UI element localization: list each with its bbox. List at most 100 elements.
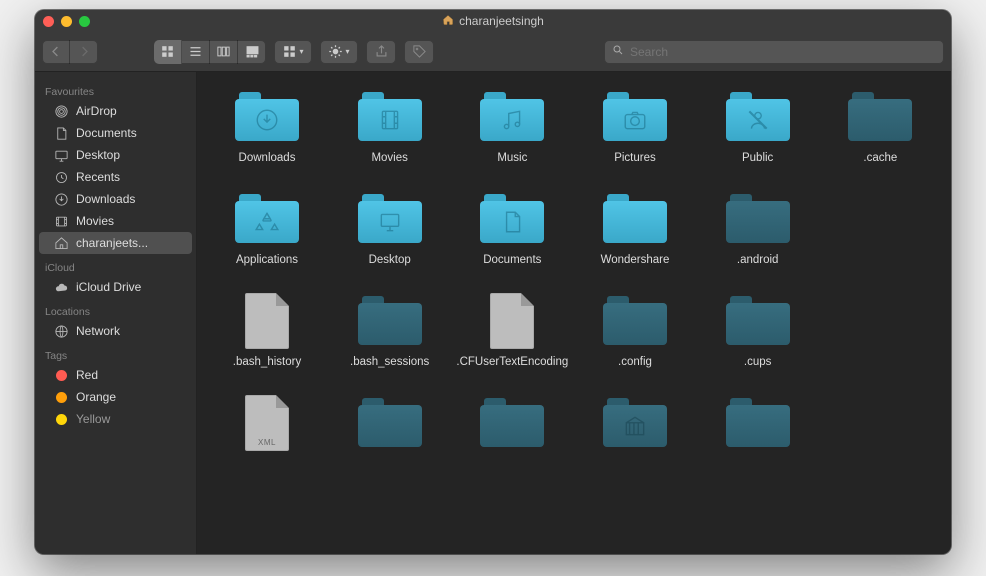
- airdrop-icon: [53, 103, 69, 119]
- window-controls: [43, 16, 90, 27]
- sidebar-item-airdrop[interactable]: AirDrop: [39, 100, 192, 122]
- grid-item[interactable]: .bash_sessions: [330, 290, 450, 384]
- folder-icon: [231, 86, 303, 148]
- column-view-button[interactable]: [210, 40, 238, 64]
- folder-icon: [354, 290, 426, 352]
- grid-item[interactable]: Public: [698, 86, 818, 180]
- content-area[interactable]: Downloads Movies Music Pictures Public .cache…: [197, 72, 951, 554]
- documents-icon: [53, 125, 69, 141]
- grid-item-label: Pictures: [614, 152, 656, 180]
- sidebar-item-label: Red: [76, 368, 98, 382]
- group-by-button[interactable]: ▾: [274, 40, 312, 64]
- grid-item[interactable]: Documents: [452, 188, 572, 282]
- grid-item[interactable]: .android: [698, 188, 818, 282]
- list-view-button[interactable]: [182, 40, 210, 64]
- grid-item[interactable]: .bash_history: [207, 290, 327, 384]
- grid-item[interactable]: [330, 392, 450, 486]
- folder-icon: [476, 188, 548, 250]
- forward-button[interactable]: [70, 40, 98, 64]
- grid-item[interactable]: Wondershare: [575, 188, 695, 282]
- grid-item[interactable]: [698, 392, 818, 486]
- sidebar-heading: Locations: [35, 298, 196, 320]
- sidebar-item-recents[interactable]: Recents: [39, 166, 192, 188]
- close-button[interactable]: [43, 16, 54, 27]
- grid-item[interactable]: Pictures: [575, 86, 695, 180]
- grid-item-label: Wondershare: [601, 254, 670, 282]
- titlebar: charanjeetsingh: [35, 10, 951, 32]
- sidebar-heading: Tags: [35, 342, 196, 364]
- body: FavouritesAirDropDocumentsDesktopRecents…: [35, 72, 951, 554]
- folder-icon: [722, 188, 794, 250]
- folder-icon: [599, 392, 671, 454]
- sidebar-item-downloads[interactable]: Downloads: [39, 188, 192, 210]
- grid-item[interactable]: [575, 392, 695, 486]
- cloud-icon: [53, 279, 69, 295]
- folder-icon: [722, 392, 794, 454]
- search-input[interactable]: [630, 45, 936, 59]
- grid-item[interactable]: .config: [575, 290, 695, 384]
- sidebar-item-charanjeets-[interactable]: charanjeets...: [39, 232, 192, 254]
- grid-item[interactable]: Applications: [207, 188, 327, 282]
- home-icon: [442, 14, 454, 29]
- file-icon: XML: [231, 392, 303, 454]
- grid-item[interactable]: Music: [452, 86, 572, 180]
- grid-item[interactable]: .cache: [820, 86, 940, 180]
- folder-icon: [599, 86, 671, 148]
- grid-item-label: Applications: [236, 254, 298, 282]
- grid-item-label: .config: [618, 356, 652, 384]
- grid-item[interactable]: XML: [207, 392, 327, 486]
- grid-item[interactable]: [452, 392, 572, 486]
- icon-view-button[interactable]: [154, 40, 182, 64]
- grid-item-label: .bash_sessions: [350, 356, 429, 384]
- share-button[interactable]: [366, 40, 396, 64]
- folder-icon: [354, 188, 426, 250]
- sidebar-item-yellow[interactable]: Yellow: [39, 408, 192, 430]
- folder-icon: [722, 86, 794, 148]
- grid-item-label: Desktop: [369, 254, 411, 282]
- sidebar-item-orange[interactable]: Orange: [39, 386, 192, 408]
- gallery-view-button[interactable]: [238, 40, 266, 64]
- folder-icon: [599, 188, 671, 250]
- grid-item[interactable]: .cups: [698, 290, 818, 384]
- file-icon: [231, 290, 303, 352]
- grid-item[interactable]: Desktop: [330, 188, 450, 282]
- sidebar-heading: iCloud: [35, 254, 196, 276]
- folder-icon: [599, 290, 671, 352]
- network-icon: [53, 323, 69, 339]
- view-switcher: [154, 40, 266, 64]
- sidebar-item-label: AirDrop: [76, 104, 117, 118]
- sidebar-item-label: iCloud Drive: [76, 280, 141, 294]
- sidebar-item-documents[interactable]: Documents: [39, 122, 192, 144]
- sidebar-item-icloud-drive[interactable]: iCloud Drive: [39, 276, 192, 298]
- folder-icon: [476, 392, 548, 454]
- search-field[interactable]: [604, 40, 944, 64]
- grid-item-label: Movies: [371, 152, 407, 180]
- grid-item-label: .cups: [744, 356, 772, 384]
- grid-item-label: Documents: [483, 254, 541, 282]
- grid-item[interactable]: Movies: [330, 86, 450, 180]
- grid-item[interactable]: Downloads: [207, 86, 327, 180]
- sidebar-item-label: Network: [76, 324, 120, 338]
- search-icon: [612, 44, 624, 59]
- home-icon: [53, 235, 69, 251]
- folder-icon: [354, 392, 426, 454]
- grid-item-label: Music: [497, 152, 527, 180]
- sidebar-item-desktop[interactable]: Desktop: [39, 144, 192, 166]
- finder-window: charanjeetsingh ▾ ▾: [35, 10, 951, 554]
- sidebar-item-movies[interactable]: Movies: [39, 210, 192, 232]
- downloads-icon: [53, 191, 69, 207]
- back-button[interactable]: [42, 40, 70, 64]
- sidebar-item-label: Recents: [76, 170, 120, 184]
- grid-item-label: .bash_history: [233, 356, 301, 384]
- tags-button[interactable]: [404, 40, 434, 64]
- tag-dot-icon: [53, 411, 69, 427]
- minimize-button[interactable]: [61, 16, 72, 27]
- grid-item-label: Public: [742, 152, 773, 180]
- sidebar-item-label: Orange: [76, 390, 116, 404]
- action-menu-button[interactable]: ▾: [320, 40, 358, 64]
- zoom-button[interactable]: [79, 16, 90, 27]
- nav-buttons: [42, 40, 98, 64]
- sidebar-item-red[interactable]: Red: [39, 364, 192, 386]
- grid-item[interactable]: .CFUserTextEncoding: [452, 290, 572, 384]
- sidebar-item-network[interactable]: Network: [39, 320, 192, 342]
